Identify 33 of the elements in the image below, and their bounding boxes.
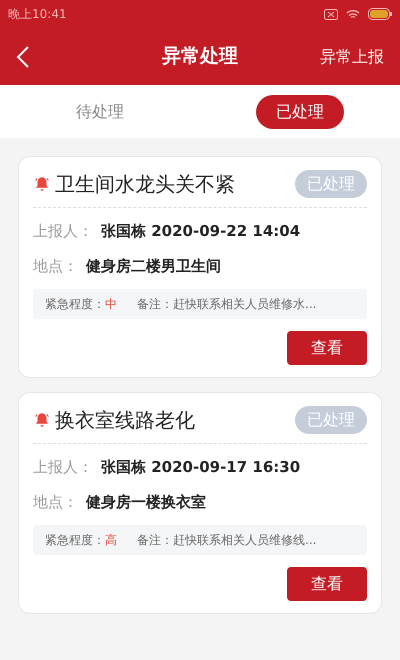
back-icon[interactable] — [16, 44, 30, 68]
bell-icon — [33, 175, 51, 193]
report-title: 换衣室线路老化 — [55, 407, 195, 434]
location-label: 地点： — [33, 256, 78, 276]
reporter-value: 张国栋 2020-09-17 16:30 — [101, 457, 300, 478]
status-time: 晚上10:41 — [8, 6, 67, 23]
urgency-value: 高 — [105, 532, 117, 549]
wifi-icon — [346, 8, 360, 20]
page-title: 异常处理 — [162, 44, 238, 70]
tab[interactable]: 已处理 — [256, 94, 344, 128]
tab[interactable]: 待处理 — [56, 94, 144, 128]
note-label: 备注： — [137, 532, 173, 549]
sim-icon — [324, 8, 338, 20]
status-badge: 已处理 — [295, 170, 367, 198]
report-exception-button[interactable]: 异常上报 — [320, 44, 384, 68]
reporter-label: 上报人： — [33, 457, 93, 478]
urgency-label: 紧急程度： — [45, 296, 105, 313]
view-button[interactable]: 查看 — [287, 331, 367, 365]
location-value: 健身房一楼换衣室 — [86, 492, 206, 512]
status-badge: 已处理 — [295, 406, 367, 434]
urgency-label: 紧急程度： — [45, 532, 105, 549]
view-button[interactable]: 查看 — [287, 567, 367, 601]
battery-icon — [368, 8, 392, 20]
note-value: 赶快联系相关人员维修线... — [173, 532, 316, 549]
note-value: 赶快联系相关人员维修水... — [173, 296, 316, 313]
location-label: 地点： — [33, 492, 78, 512]
urgency-value: 中 — [105, 296, 117, 313]
reporter-label: 上报人： — [33, 221, 93, 242]
note-label: 备注： — [137, 296, 173, 313]
reporter-value: 张国栋 2020-09-22 14:04 — [101, 221, 300, 242]
location-value: 健身房二楼男卫生间 — [86, 256, 221, 276]
bell-icon — [33, 411, 51, 429]
report-title: 卫生间水龙头关不紧 — [55, 171, 235, 198]
